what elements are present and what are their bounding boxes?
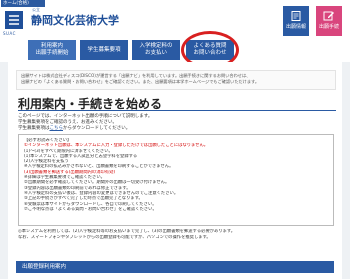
requirements-download-link[interactable]: こちら <box>50 126 64 131</box>
application-procedure-label: 出願手続 <box>318 24 339 30</box>
main-nav: 利用案内 出願手続開始 学生募集要項 入学検定料の お支払い よくある質問 お問… <box>0 40 350 62</box>
main-content: 出願サイトは株式会社ディスコ(DISCO)が運営する「出願ナビ」を利用しています… <box>8 62 342 279</box>
nav-item-label: 入学検定料の <box>139 43 173 49</box>
university-logo-icon[interactable] <box>4 10 24 30</box>
title-divider <box>18 110 336 111</box>
nav-item-sublabel: お問い合わせ <box>193 50 227 56</box>
intro-line-with-link: 学生募集要項はこちらからダウンロードしてください。 <box>18 126 318 132</box>
document-icon <box>291 11 301 21</box>
application-procedure-button[interactable]: 出願手続 <box>316 6 342 36</box>
intro-suffix: からダウンロードしてください。 <box>63 126 131 131</box>
logo-text: SUAC <box>3 31 16 36</box>
intro-text: このページでは、インターネット出願の手順について説明します。 学生募集要項をご確… <box>18 114 318 132</box>
nav-item-label: よくある質問 <box>193 43 227 49</box>
nav-item-label: 学生募集要項 <box>87 46 121 53</box>
nav-item-sublabel: お支払い <box>144 50 167 56</box>
nav-item-payment[interactable]: 入学検定料の お支払い <box>132 40 180 60</box>
box-line: ⑦ご不明な点は「よくある質問・お問い合わせ」をご確認ください。 <box>24 206 157 212</box>
application-info-button[interactable]: 出願情報 <box>283 6 309 36</box>
notice-box: 出願サイトは株式会社ディスコ(DISCO)が運営する「出願ナビ」を利用しています… <box>16 70 336 90</box>
section-header-bar: 出願登録利用案内 <box>16 261 334 273</box>
nav-item-guide[interactable]: 利用案内 出願手続開始 <box>28 40 76 60</box>
nav-item-requirements[interactable]: 学生募集要項 <box>80 40 128 60</box>
note-line: なお、スマートフォンやタブレットからの出願登録も可能ですが、パソコンでの操作を推… <box>18 235 211 240</box>
important-notice-box: 【必ずお読みください】 ①インターネット出願は、本システムに入力・登録しただけで… <box>18 134 334 226</box>
nav-item-faq[interactable]: よくある質問 お問い合わせ <box>186 40 234 60</box>
application-info-label: 出願情報 <box>285 24 306 30</box>
nav-item-label: 利用案内 <box>40 43 63 49</box>
site-header: ホーム(合格) SUAC 公立 静岡文化芸術大学 出願情報 出願手続 <box>0 0 350 40</box>
notice-line: 出願ナビの「よくある質問・お問い合わせ」をご確認ください。また、出願要項は本学ホ… <box>21 79 260 84</box>
university-name[interactable]: 静岡文化芸術大学 <box>31 12 119 28</box>
additional-notes: ◎本システムを利用しては、(2)入学検定料等のお支払いまで完了し、(3)の出願書… <box>18 229 334 241</box>
intro-prefix: 学生募集要項は <box>18 126 50 131</box>
nav-item-sublabel: 出願手続開始 <box>35 50 69 56</box>
edit-icon <box>323 11 334 21</box>
home-tag[interactable]: ホーム(合格) <box>1 0 45 7</box>
